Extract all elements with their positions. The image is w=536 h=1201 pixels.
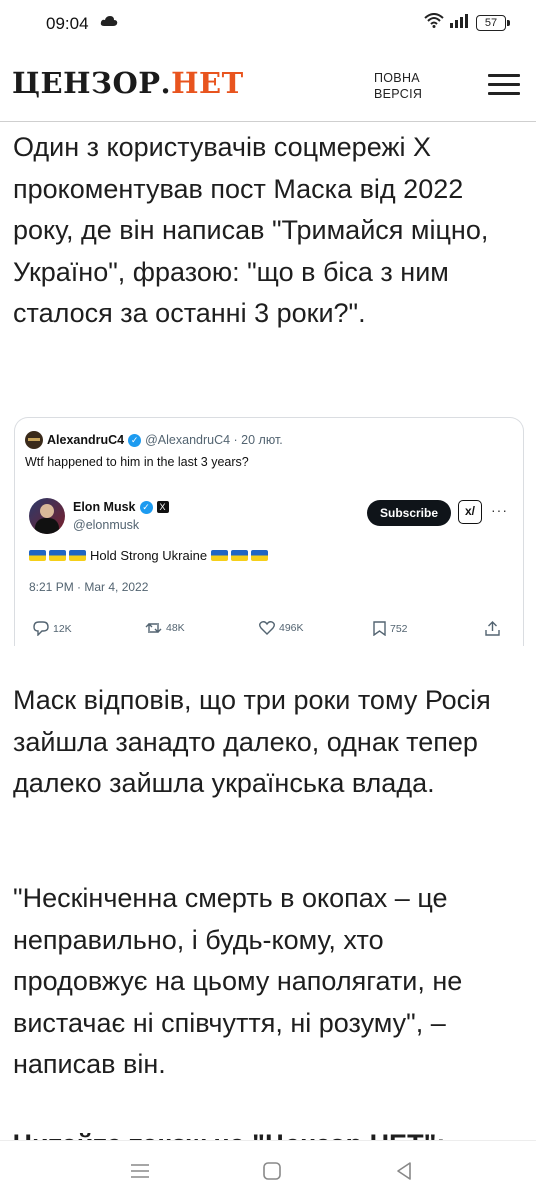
site-logo[interactable]: ЦЕНЗОР.НЕТ	[12, 66, 244, 100]
logo-dot: .	[160, 66, 172, 100]
article-paragraph-1: Один з користувачів соцмережі Х прокомен…	[13, 132, 489, 328]
signal-icon	[450, 13, 470, 33]
logo-accent-text: НЕТ	[171, 66, 244, 100]
status-icons: 57	[424, 13, 510, 33]
article-paragraph-2: Маск відповів, що три роки тому Росія за…	[13, 685, 491, 798]
full-version-link[interactable]: ПОВНА ВЕРСІЯ	[374, 70, 422, 102]
embedded-tweet-image[interactable]: AlexandruC4 ✓ @AlexandruC4 · 20 лют. Wtf…	[14, 417, 524, 646]
share-icon	[485, 621, 500, 636]
site-header: ЦЕНЗОР.НЕТ ПОВНА ВЕРСІЯ	[0, 56, 536, 116]
bookmark-icon	[373, 621, 386, 636]
article-paragraph-3: "Нескінченна смерть в окопах – це неправ…	[13, 883, 463, 1079]
reply-action: 12K	[33, 621, 72, 636]
cloud-icon	[100, 14, 118, 32]
back-nav-icon[interactable]	[390, 1157, 418, 1185]
repost-action: 48K	[145, 621, 185, 635]
like-count: 496K	[279, 622, 304, 634]
x-affiliation-icon: X	[156, 501, 169, 513]
tweet-body: Hold Strong Ukraine	[29, 548, 269, 563]
bookmark-count: 752	[390, 622, 408, 635]
full-version-line2: ВЕРСІЯ	[374, 87, 423, 101]
like-action: 496K	[259, 621, 304, 635]
quote-author-name: AlexandruC4	[47, 433, 125, 447]
more-options-icon: ···	[491, 502, 508, 518]
status-time: 09:04	[46, 14, 89, 33]
reply-count: 12K	[53, 622, 72, 635]
subscribe-button: Subscribe	[367, 500, 451, 526]
header-divider	[0, 121, 536, 122]
battery-icon: 57	[476, 15, 510, 31]
quote-handle-time: @AlexandruC4 · 20 лют.	[145, 433, 283, 447]
status-bar: 09:04 57	[0, 0, 536, 48]
verified-badge-icon: ✓	[139, 500, 153, 514]
quote-tweet-text: Wtf happened to him in the last 3 years?	[25, 455, 249, 469]
menu-nav-icon[interactable]	[126, 1157, 154, 1185]
full-version-line1: ПОВНА	[374, 71, 420, 85]
ukraine-flags-left	[29, 550, 86, 561]
ukraine-flags-right	[211, 550, 269, 561]
reply-icon	[33, 621, 49, 636]
repost-count: 48K	[166, 622, 185, 634]
system-navigation-bar	[0, 1140, 536, 1201]
grok-icon: x/	[458, 500, 482, 524]
verified-badge-icon: ✓	[128, 433, 142, 447]
share-action	[485, 621, 500, 636]
repost-icon	[145, 623, 162, 633]
heart-icon	[259, 621, 275, 635]
bookmark-action: 752	[373, 621, 408, 636]
wifi-icon	[424, 13, 444, 33]
author-name: Elon Musk	[73, 500, 136, 514]
quote-avatar	[25, 431, 43, 449]
author-avatar	[29, 498, 65, 534]
tweet-body-text: Hold Strong Ukraine	[90, 548, 208, 563]
quote-tweet-header: AlexandruC4 ✓ @AlexandruC4 · 20 лют.	[25, 431, 283, 449]
author-name-row: Elon Musk ✓ X	[73, 500, 169, 514]
logo-main-text: ЦЕНЗОР	[12, 66, 161, 100]
tweet-actions: 12K 48K 496K 752	[15, 618, 523, 642]
tweet-timestamp: 8:21 PM · Mar 4, 2022	[29, 580, 149, 594]
author-handle: @elonmusk	[73, 518, 140, 532]
home-nav-icon[interactable]	[258, 1157, 286, 1185]
hamburger-menu-icon[interactable]	[488, 72, 522, 98]
